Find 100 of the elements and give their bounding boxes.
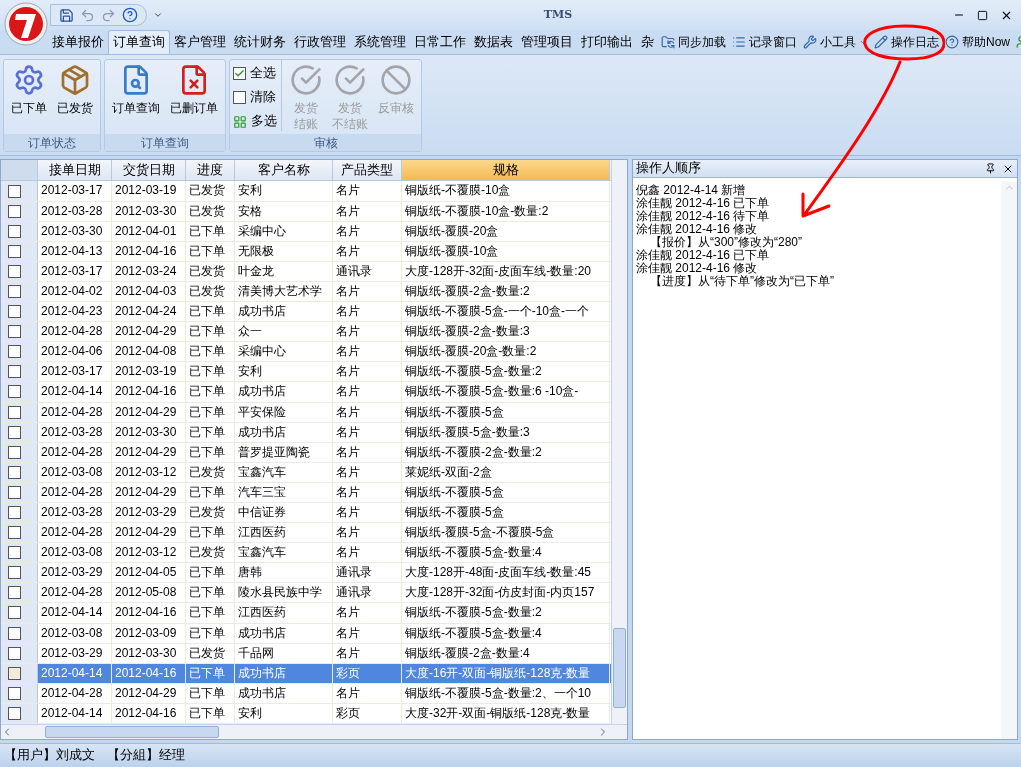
table-row[interactable]: 2012-04-28 2012-04-29 已下单 成功书店 名片 铜版纸-不覆膜-5盒-数量:2、一个10: [1, 683, 611, 704]
row-checkbox[interactable]: [8, 686, 21, 700]
toolbar-button[interactable]: 小工具: [800, 30, 871, 54]
customize-icon[interactable]: [153, 10, 163, 20]
table-row[interactable]: 2012-04-14 2012-04-16 已下单 成功书店 名片 铜版纸-不覆膜-5盒-数量:6 -10盒-: [1, 382, 611, 403]
ribbon-tab[interactable]: 数据表: [470, 30, 517, 54]
row-checkbox[interactable]: [8, 586, 21, 600]
table-row[interactable]: 2012-04-14 2012-04-16 已下单 江西医药 名片 铜版纸-不覆膜-5盒-数量:2: [1, 603, 611, 624]
row-checkbox[interactable]: [8, 204, 21, 218]
table-row[interactable]: 2012-03-28 2012-03-30 已下单 成功书店 名片 铜版纸-覆膜-5盒-数量:3: [1, 422, 611, 443]
table-cell: 铜版纸-不覆膜-5盒-数量:2: [402, 603, 610, 623]
ribbon-tab[interactable]: 行政管理: [290, 30, 350, 54]
table-row[interactable]: 2012-03-28 2012-03-29 已发货 中信证券 名片 铜版纸-不覆膜-5盒: [1, 502, 611, 524]
row-checkbox[interactable]: [8, 706, 21, 720]
table-row[interactable]: 2012-03-08 2012-03-12 已发货 宝鑫汽车 名片 莱妮纸-双面-2盒: [1, 462, 611, 483]
row-checkbox[interactable]: [8, 425, 21, 439]
table-row[interactable]: 2012-04-23 2012-04-24 已下单 成功书店 名片 铜版纸-不覆膜-5盒-一个-10盒-一个: [1, 302, 611, 323]
row-checkbox[interactable]: [8, 566, 21, 580]
table-row[interactable]: 2012-04-28 2012-05-08 已下单 陵水县民族中学 通讯录 大度-128开-32面-仿皮封面-内页157: [1, 583, 611, 604]
table-cell: 铜版纸-覆膜-5盒-不覆膜-5盒: [402, 523, 610, 543]
row-checkbox[interactable]: [8, 465, 21, 479]
row-checkbox[interactable]: [8, 325, 21, 339]
column-header[interactable]: 交货日期: [112, 160, 186, 180]
table-row[interactable]: 2012-04-28 2012-04-29 已下单 普罗提亚陶瓷 名片 铜版纸-不覆膜-2盒-数量:2: [1, 442, 611, 463]
ribbon-tab[interactable]: 统计财务: [230, 30, 290, 54]
ribbon-tab[interactable]: 管理项目: [517, 30, 577, 54]
table-row[interactable]: 2012-03-17 2012-03-24 已发货 叶金龙 通讯录 大度-128开-32面-皮面车线-数量:20: [1, 261, 611, 282]
toolbar-button[interactable]: 同步加载: [658, 30, 729, 54]
checkbox[interactable]: [233, 67, 246, 80]
ribbon-tab[interactable]: 接单报价: [48, 30, 108, 54]
table-cell: 宝鑫汽车: [235, 462, 333, 482]
ribbon-tab[interactable]: 日常工作: [410, 30, 470, 54]
help-icon[interactable]: [122, 7, 138, 23]
table-row[interactable]: 2012-03-29 2012-04-05 已下单 唐韩 通讯录 大度-128开-48面-皮面车线-数量:45: [1, 563, 611, 584]
check-label[interactable]: 清除: [250, 88, 276, 107]
row-checkbox[interactable]: [8, 224, 21, 238]
table-cell: 名片: [333, 362, 402, 382]
table-row[interactable]: 2012-03-17 2012-03-19 已下单 安利 名片 铜版纸-不覆膜-5盒-数量:2: [1, 362, 611, 383]
table-cell: 2012-03-17: [38, 181, 112, 201]
vertical-scrollbar[interactable]: [611, 160, 627, 724]
ribbon-tab[interactable]: 打印输出: [577, 30, 637, 54]
table-row[interactable]: 2012-03-08 2012-03-09 已下单 成功书店 名片 铜版纸-不覆膜-5盒-数量:4: [1, 623, 611, 644]
column-header[interactable]: 接单日期: [38, 160, 112, 180]
row-checkbox[interactable]: [8, 285, 21, 298]
table-row[interactable]: 2012-03-17 2012-03-19 已发货 安利 名片 铜版纸-不覆膜-10盒: [1, 181, 611, 202]
checkbox[interactable]: [233, 91, 246, 104]
ribbon-tab[interactable]: 订单查询: [108, 30, 170, 54]
toolbar-button[interactable]: 记录窗口: [729, 30, 800, 54]
toolbar-button[interactable]: 帮助Now: [942, 30, 1013, 54]
vertical-scrollbar[interactable]: [1001, 182, 1017, 739]
ribbon-tab[interactable]: 杂: [637, 30, 658, 54]
row-checkbox[interactable]: [8, 526, 21, 540]
row-checkbox[interactable]: [8, 345, 21, 359]
table-row[interactable]: 2012-04-28 2012-04-29 已下单 众一 名片 铜版纸-覆膜-2盒-数量:3: [1, 322, 611, 343]
pin-icon[interactable]: [985, 163, 996, 174]
row-checkbox[interactable]: [8, 264, 21, 278]
table-row[interactable]: 2012-04-13 2012-04-16 已下单 无限极 名片 铜版纸-覆膜-10盒: [1, 241, 611, 262]
table-cell: 大度-128开-48面-皮面车线-数量:45: [402, 563, 610, 583]
table-cell: 铜版纸-覆膜-20盒: [402, 221, 610, 241]
table-cell: 铜版纸-不覆膜-5盒: [402, 502, 610, 523]
row-checkbox[interactable]: [8, 666, 21, 680]
table-cell: 已下单: [186, 402, 235, 422]
row-checkbox[interactable]: [8, 405, 21, 419]
column-header[interactable]: 客户名称: [235, 160, 333, 180]
check-label[interactable]: 多选: [251, 112, 277, 131]
row-checkbox[interactable]: [8, 506, 21, 519]
row-checkbox[interactable]: [8, 626, 21, 640]
row-checkbox[interactable]: [8, 244, 21, 258]
check-label[interactable]: 全选: [250, 64, 276, 83]
row-checkbox[interactable]: [8, 606, 21, 620]
ribbon-button[interactable]: 已发货: [53, 60, 97, 116]
column-header[interactable]: 规格: [402, 160, 610, 180]
table-row[interactable]: 2012-04-28 2012-04-29 已下单 平安保险 名片 铜版纸-不覆膜-5盒: [1, 402, 611, 423]
table-row[interactable]: 2012-04-02 2012-04-03 已发货 清美博大艺术学 名片 铜版纸-覆膜-2盒-数量:2: [1, 281, 611, 303]
column-header[interactable]: 进度: [186, 160, 235, 180]
ribbon-button[interactable]: 已删订单: [166, 60, 222, 116]
table-row[interactable]: 2012-03-30 2012-04-01 已下单 采编中心 名片 铜版纸-覆膜-20盒: [1, 221, 611, 242]
table-row[interactable]: 2012-04-28 2012-04-29 已下单 汽车三宝 名片 铜版纸-不覆膜-5盒: [1, 482, 611, 503]
maximize-icon[interactable]: [977, 9, 988, 21]
row-checkbox[interactable]: [8, 445, 21, 459]
row-checkbox[interactable]: [8, 184, 21, 198]
row-checkbox[interactable]: [8, 485, 21, 499]
ribbon-tab[interactable]: 系统管理: [350, 30, 410, 54]
ribbon-button[interactable]: 已下单: [7, 60, 51, 116]
table-cell: 2012-04-28: [38, 442, 112, 462]
table-row[interactable]: 2012-04-06 2012-04-08 已下单 采编中心 名片 铜版纸-覆膜-20盒-数量:2: [1, 342, 611, 363]
table-row[interactable]: 2012-03-28 2012-03-30 已发货 安格 名片 铜版纸-不覆膜-10盒-数量:2: [1, 201, 611, 222]
row-checkbox[interactable]: [8, 385, 21, 399]
row-checkbox[interactable]: [8, 646, 21, 660]
table-row[interactable]: 2012-04-28 2012-04-29 已下单 江西医药 名片 铜版纸-覆膜-5盒-不覆膜-5盒: [1, 523, 611, 544]
table-cell: 成功书店: [235, 623, 333, 643]
ribbon-tab[interactable]: 客户管理: [170, 30, 230, 54]
table-row[interactable]: 2012-04-14 2012-04-16 已下单 成功书店 彩页 大度-16开-双面-铜版纸-128克-数量: [1, 663, 611, 684]
table-row[interactable]: 2012-03-29 2012-03-30 已发货 千品网 名片 铜版纸-覆膜-2盒-数量:4: [1, 643, 611, 664]
row-checkbox[interactable]: [8, 546, 21, 560]
row-checkbox[interactable]: [8, 305, 21, 319]
save-icon[interactable]: [59, 7, 74, 23]
table-row[interactable]: 2012-03-08 2012-03-12 已发货 宝鑫汽车 名片 铜版纸-不覆膜-5盒-数量:4: [1, 543, 611, 564]
ribbon-button[interactable]: 订单查询: [108, 60, 164, 116]
row-checkbox[interactable]: [8, 365, 21, 379]
